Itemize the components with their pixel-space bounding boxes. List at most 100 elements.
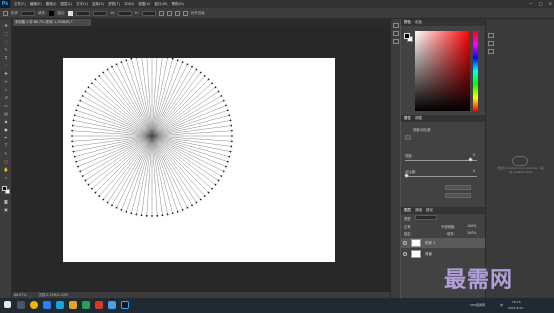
app-icon-2[interactable]	[56, 301, 64, 309]
panel-button-1[interactable]	[445, 185, 471, 190]
close-button[interactable]: ✕	[549, 0, 552, 8]
quick-mask-icon[interactable]: ◙	[3, 199, 9, 204]
tool-preset-icon[interactable]	[3, 10, 8, 16]
dodge-tool-icon[interactable]: ●	[3, 127, 9, 132]
tab-color[interactable]: 颜色	[404, 19, 411, 26]
browser-icon[interactable]	[30, 301, 38, 309]
windows-start-icon[interactable]	[4, 301, 11, 308]
app-icon[interactable]	[43, 301, 51, 309]
marquee-tool-icon[interactable]: ⬚	[3, 31, 9, 36]
contrast-value[interactable]: 0	[473, 169, 475, 173]
gear-icon[interactable]	[182, 10, 188, 16]
adjustments-icon[interactable]	[488, 41, 494, 46]
menu-layer[interactable]: 图层(L)	[60, 2, 72, 7]
contrast-slider[interactable]	[405, 176, 477, 177]
stamp-tool-icon[interactable]: ⊥	[3, 87, 9, 92]
brightness-value[interactable]: 0	[473, 153, 475, 157]
auto-icon[interactable]	[405, 135, 411, 140]
width-field[interactable]	[117, 10, 132, 16]
canvas[interactable]	[63, 58, 335, 262]
menu-3d[interactable]: 3D(D)	[124, 2, 134, 6]
layer-row[interactable]: 形状 1	[401, 238, 485, 248]
properties-panel-icon[interactable]	[393, 31, 399, 36]
blend-mode-select[interactable]: 正常	[404, 224, 411, 229]
shape-mode-select[interactable]	[21, 10, 35, 16]
tab-adjustments[interactable]: 调整	[415, 115, 422, 122]
fill-opacity-field[interactable]: 100%	[467, 231, 476, 235]
pen-tool-icon[interactable]: ✒	[3, 135, 9, 140]
actions-panel-icon[interactable]	[393, 39, 399, 44]
shape-mode-label[interactable]: 形状	[11, 11, 18, 16]
foreground-color-swatch[interactable]	[2, 186, 7, 191]
move-tool-icon[interactable]: ✥	[3, 23, 9, 28]
shape-tool-icon[interactable]: ▢	[3, 159, 9, 164]
align-edges-checkbox[interactable]: 对齐边缘	[191, 11, 205, 16]
blur-tool-icon[interactable]: ◆	[3, 119, 9, 124]
menu-help[interactable]: 帮助(H)	[172, 2, 184, 7]
zoom-tool-icon[interactable]: ⌕	[3, 175, 9, 180]
history-panel-icon[interactable]	[393, 23, 399, 28]
menu-type[interactable]: 文字(Y)	[76, 2, 88, 7]
color-picker-field[interactable]	[415, 31, 470, 111]
fill-swatch[interactable]	[49, 10, 55, 16]
menu-select[interactable]: 选择(S)	[92, 2, 104, 7]
panel-button-2[interactable]	[445, 193, 471, 198]
lasso-tool-icon[interactable]: ◌	[3, 39, 9, 44]
menu-filter[interactable]: 滤镜(T)	[108, 2, 120, 7]
styles-icon[interactable]	[488, 49, 494, 54]
app-icon-3[interactable]	[82, 301, 90, 309]
path-arrange-icon[interactable]	[174, 10, 180, 16]
minimize-button[interactable]: —	[529, 0, 533, 8]
eyedropper-tool-icon[interactable]: ⟋	[3, 63, 9, 68]
app-icon-5[interactable]	[108, 301, 116, 309]
menu-window[interactable]: 窗口(W)	[154, 2, 167, 7]
ime-indicator[interactable]: 中	[500, 303, 503, 307]
crop-tool-icon[interactable]: ⌗	[3, 55, 9, 60]
clock-date[interactable]: 2021/5/27	[508, 306, 523, 310]
libraries-icon[interactable]	[488, 33, 494, 38]
type-tool-icon[interactable]: T	[3, 143, 9, 148]
layer-filter-label[interactable]: 类型	[404, 216, 411, 221]
gradient-tool-icon[interactable]: ▤	[3, 111, 9, 116]
document-tab[interactable]: 未标题-1 @ 66.7% (形状 1, RGB/8) *	[13, 19, 91, 26]
history-brush-tool-icon[interactable]: ↺	[3, 95, 9, 100]
menu-view[interactable]: 视图(V)	[138, 2, 150, 7]
tab-swatches[interactable]: 色板	[415, 19, 422, 26]
tab-layers[interactable]: 图层	[404, 207, 411, 214]
panel-foreground-swatch[interactable]	[404, 33, 410, 39]
tab-properties[interactable]: 属性	[404, 115, 411, 122]
eraser-tool-icon[interactable]: ▭	[3, 103, 9, 108]
burst-line	[72, 125, 153, 137]
height-field[interactable]	[141, 10, 156, 16]
path-select-tool-icon[interactable]: ↖	[3, 151, 9, 156]
eye-icon[interactable]	[403, 252, 407, 256]
folder-icon[interactable]	[69, 301, 77, 309]
layer-row[interactable]: 背景	[401, 249, 485, 259]
tab-channels[interactable]: 通道	[415, 207, 422, 214]
burst-dot	[140, 214, 143, 217]
path-align-icon[interactable]	[166, 10, 172, 16]
healing-tool-icon[interactable]: ✚	[3, 71, 9, 76]
stroke-swatch[interactable]	[68, 10, 74, 16]
stroke-width-field[interactable]	[76, 10, 91, 16]
opacity-field[interactable]: 100%	[467, 224, 476, 228]
layer-filter-select[interactable]	[415, 215, 437, 220]
app-icon-4[interactable]	[95, 301, 103, 309]
clock-time[interactable]: 10:15	[512, 300, 521, 304]
stroke-type-select[interactable]	[93, 10, 108, 16]
search-icon[interactable]	[17, 301, 25, 309]
screen-mode-icon[interactable]: ▣	[3, 207, 9, 212]
hue-slider[interactable]	[473, 31, 478, 111]
menu-file[interactable]: 文件(F)	[14, 2, 26, 7]
brush-tool-icon[interactable]: ✏	[3, 79, 9, 84]
brightness-slider[interactable]	[405, 160, 477, 161]
maximize-button[interactable]: □	[539, 0, 543, 8]
path-ops-icon[interactable]	[158, 10, 164, 16]
quick-select-tool-icon[interactable]: ✎	[3, 47, 9, 52]
menu-edit[interactable]: 编辑(E)	[30, 2, 42, 7]
hand-tool-icon[interactable]: ✋	[3, 167, 9, 172]
tab-paths[interactable]: 路径	[426, 207, 433, 214]
menu-image[interactable]: 图像(I)	[46, 2, 57, 7]
eye-icon[interactable]	[403, 241, 407, 245]
photoshop-taskbar-icon[interactable]	[121, 301, 129, 309]
